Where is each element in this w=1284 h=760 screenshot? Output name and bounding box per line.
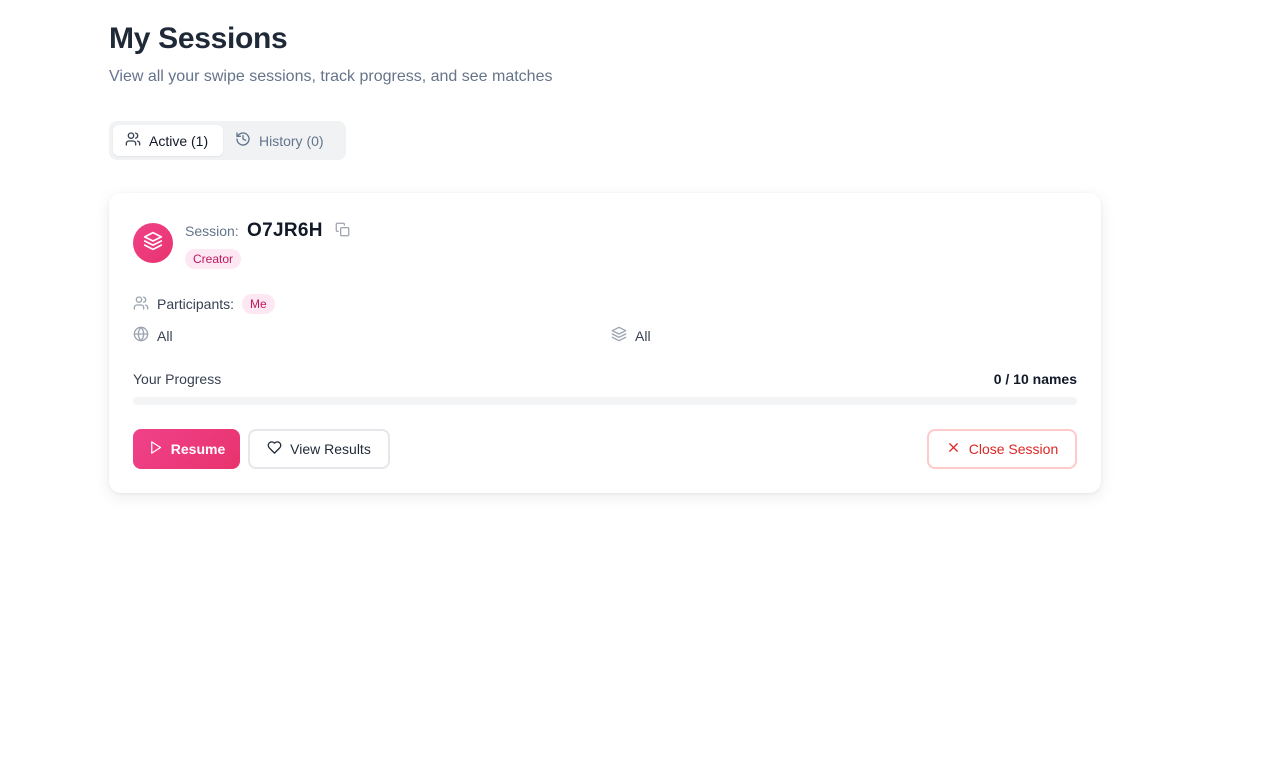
close-session-button-label: Close Session — [968, 441, 1059, 457]
tab-history-label: History (0) — [259, 132, 324, 149]
creator-badge: Creator — [185, 249, 242, 269]
close-session-button[interactable]: Close Session — [927, 429, 1077, 469]
tab-active-label: Active (1) — [149, 132, 209, 149]
tab-history[interactable]: History (0) — [223, 125, 336, 156]
page-title: My Sessions — [109, 22, 288, 55]
category-filter: All — [611, 326, 651, 345]
participants-label: Participants: — [157, 296, 235, 312]
participant-badge: Me — [242, 294, 275, 314]
copy-code-button[interactable] — [333, 222, 351, 242]
resume-button-label: Resume — [170, 441, 226, 457]
session-tabs: Active (1) History (0) — [109, 121, 346, 160]
progress-count: 0 / 10 names — [993, 371, 1077, 387]
history-icon — [235, 131, 251, 150]
close-icon — [946, 440, 961, 458]
progress-bar — [133, 397, 1077, 405]
heart-icon — [267, 440, 282, 458]
category-filter-value: All — [635, 327, 651, 344]
participants-icon — [133, 295, 149, 314]
copy-icon — [335, 222, 350, 242]
users-icon — [125, 131, 141, 150]
session-card: Session: O7JR6H Creator Participants: Me… — [109, 193, 1101, 493]
page-subtitle: View all your swipe sessions, track prog… — [109, 68, 553, 85]
layers-icon — [611, 326, 627, 345]
session-label: Session: — [185, 223, 239, 239]
progress-label: Your Progress — [133, 371, 222, 387]
play-icon — [148, 440, 163, 458]
layers-icon — [143, 231, 163, 256]
session-avatar — [133, 223, 173, 263]
resume-button[interactable]: Resume — [133, 429, 240, 469]
globe-icon — [133, 326, 149, 345]
participants-row: Participants: Me — [133, 294, 275, 314]
session-code: O7JR6H — [247, 220, 323, 241]
region-filter: All — [133, 326, 173, 345]
view-results-button[interactable]: View Results — [248, 429, 390, 469]
region-filter-value: All — [157, 327, 173, 344]
tab-active[interactable]: Active (1) — [113, 125, 223, 156]
view-results-button-label: View Results — [290, 441, 371, 457]
